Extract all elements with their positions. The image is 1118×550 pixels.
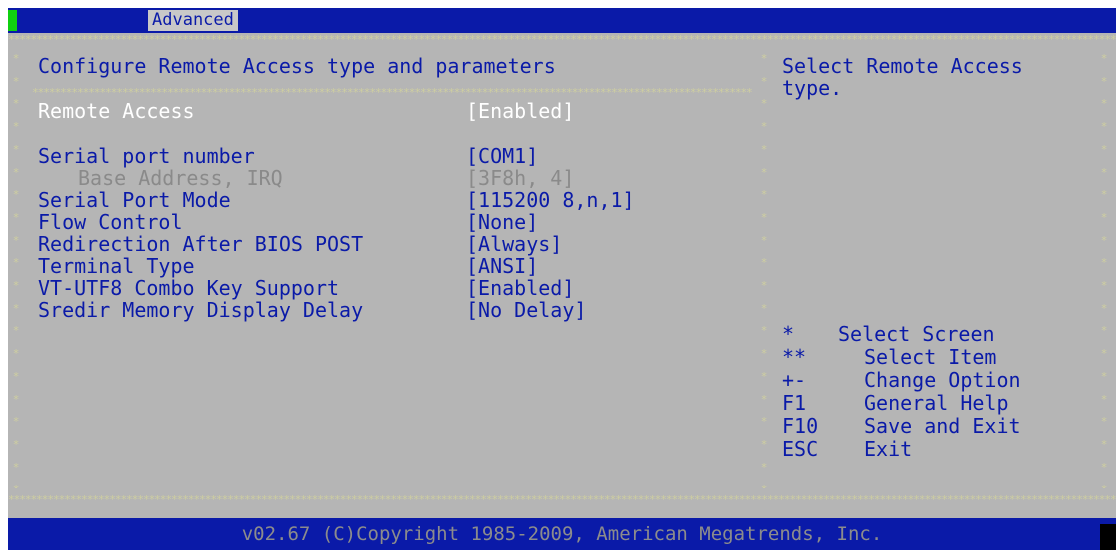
setting-flow-control-value[interactable]: [None] [466,211,538,233]
setting-vt-utf8-value[interactable]: [Enabled] [466,277,574,299]
corner-block [1100,524,1116,550]
divider-border: ******************** [760,52,768,488]
key-select-screen: * [782,322,795,346]
setting-serial-port-mode-label[interactable]: Serial Port Mode [38,189,231,211]
cursor-block [8,10,17,31]
setting-serial-port-mode-value[interactable]: [115200 8,n,1] [466,189,635,211]
top-border: ****************************************… [8,34,1116,46]
setting-redirection-label[interactable]: Redirection After BIOS POST [38,233,363,255]
key-exit: ESC [782,437,819,461]
right-border: ******************** [1100,52,1108,488]
bottom-border: ****************************************… [8,494,1116,506]
key-select-item-desc: Select Item [864,345,997,369]
setting-base-address-label: Base Address, IRQ [78,166,283,190]
key-save-exit: F10 [782,414,819,438]
setting-serial-port-number-value[interactable]: [COM1] [466,145,538,167]
section-title: Configure Remote Access type and paramet… [38,54,556,78]
setting-base-address-value: [3F8h, 4] [466,166,575,190]
key-exit-desc: Exit [864,437,913,461]
copyright-text: v02.67 (C)Copyright 1985-2009, American … [241,523,883,545]
key-general-help: F1 [782,391,807,415]
setting-remote-access-value[interactable]: [Enabled] [466,100,574,122]
bios-screen: Advanced *******************************… [8,8,1116,550]
help-text-line2: type. [782,76,843,100]
setting-vt-utf8-label[interactable]: VT-UTF8 Combo Key Support [38,277,339,299]
help-text-line1: Select Remote Access [782,54,1023,78]
tab-advanced[interactable]: Advanced [148,10,238,31]
key-select-item: ** [782,345,807,369]
left-border: ******************** [12,52,20,488]
key-select-screen-desc: Select Screen [838,322,995,346]
footer-bar: v02.67 (C)Copyright 1985-2009, American … [8,518,1116,550]
key-change-option: +- [782,368,807,392]
setting-sredir-delay-label[interactable]: Sredir Memory Display Delay [38,299,363,321]
setting-remote-access-label[interactable]: Remote Access [38,100,195,122]
setting-sredir-delay-value[interactable]: [No Delay] [466,299,586,321]
title-bar: Advanced [8,8,1116,33]
key-change-option-desc: Change Option [864,368,1021,392]
setting-redirection-value[interactable]: [Always] [466,233,562,255]
title-underline: ****************************************… [32,87,752,99]
setting-flow-control-label[interactable]: Flow Control [38,211,183,233]
setting-terminal-type-label[interactable]: Terminal Type [38,255,195,277]
key-save-exit-desc: Save and Exit [864,414,1021,438]
key-general-help-desc: General Help [864,391,1009,415]
setting-serial-port-number-label[interactable]: Serial port number [38,145,255,167]
setting-terminal-type-value[interactable]: [ANSI] [466,255,538,277]
